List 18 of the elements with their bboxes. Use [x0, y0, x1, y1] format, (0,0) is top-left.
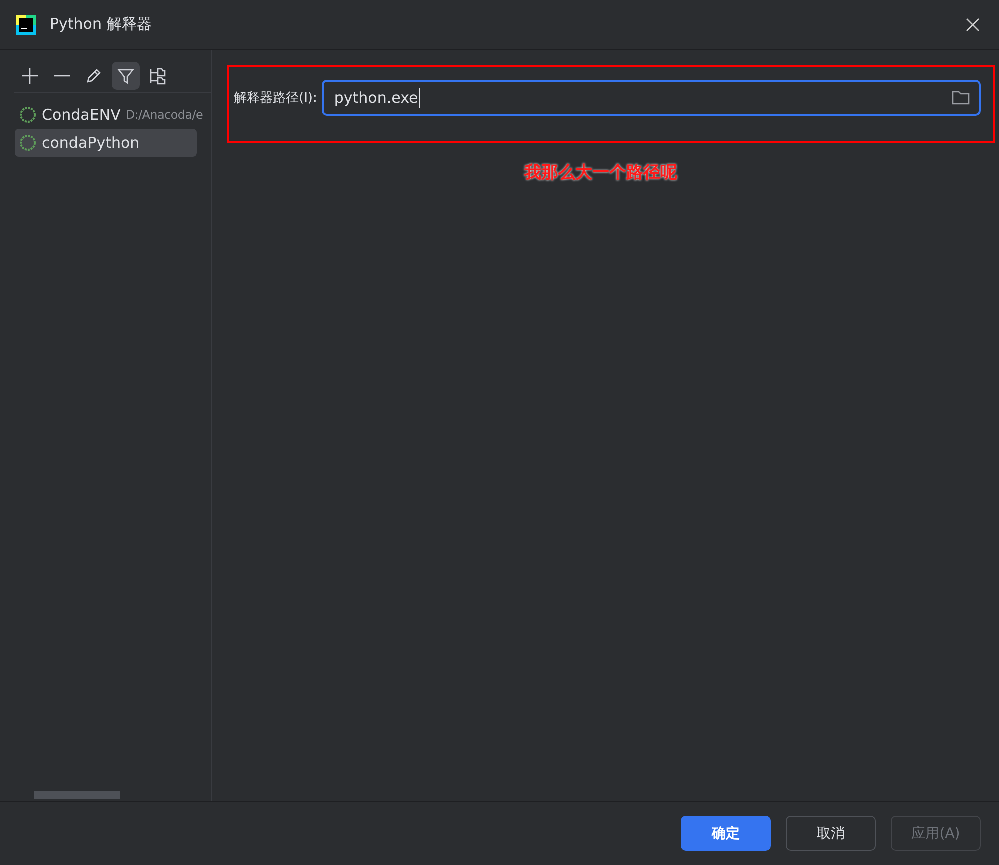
minus-icon	[54, 75, 70, 77]
interpreter-item[interactable]: condaPython	[15, 129, 197, 157]
dialog-button[interactable]: 确定	[681, 816, 771, 851]
tree-icon	[148, 66, 168, 86]
interpreter-path: D:/Anacoda/e	[126, 108, 204, 122]
filter-button[interactable]	[112, 62, 140, 90]
app-logo-icon	[16, 14, 36, 34]
spinner-icon	[19, 134, 37, 152]
path-field[interactable]: python.exe	[322, 80, 981, 116]
scrollbar[interactable]	[34, 791, 120, 799]
spinner-icon	[19, 106, 37, 124]
annotation-text: 我那么大一个路径呢	[523, 162, 678, 184]
folder-icon[interactable]	[951, 89, 971, 107]
close-icon	[966, 18, 980, 32]
field-label: 解释器路径(I):	[234, 90, 318, 107]
plus-icon	[20, 66, 40, 86]
window-title: Python 解释器	[50, 15, 153, 34]
dialog-button[interactable]: 取消	[786, 816, 876, 851]
